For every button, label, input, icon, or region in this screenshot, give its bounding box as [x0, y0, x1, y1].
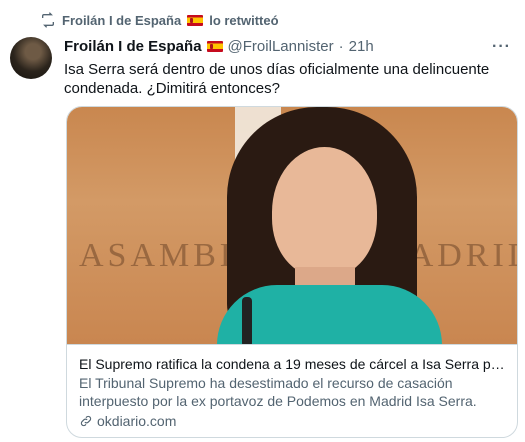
link-card[interactable]: ASAMBLEA DE MADRID El Supremo ratifica l…: [66, 106, 518, 438]
timestamp[interactable]: 21h: [349, 38, 374, 55]
user-handle[interactable]: @FroilLannister: [228, 38, 334, 55]
tweet-header: Froilán I de España @FroilLannister · 21…: [64, 38, 513, 55]
avatar[interactable]: [10, 37, 52, 79]
microphone: [242, 297, 252, 344]
card-domain: okdiario.com: [97, 413, 177, 429]
card-info[interactable]: El Supremo ratifica la condena a 19 mese…: [67, 344, 517, 437]
link-icon: [80, 415, 92, 427]
retweet-context[interactable]: Froilán I de España lo retwitteó: [40, 12, 279, 28]
retweet-suffix: lo retwitteó: [209, 12, 279, 28]
card-domain-row: okdiario.com: [79, 413, 505, 429]
display-name[interactable]: Froilán I de España: [64, 38, 202, 55]
retweeter-name[interactable]: Froilán I de España: [62, 13, 181, 28]
more-icon[interactable]: ···: [492, 38, 511, 56]
spain-flag-icon: [187, 14, 204, 26]
card-description: El Tribunal Supremo ha desestimado el re…: [79, 375, 477, 409]
card-title: El Supremo ratifica la condena a 19 mese…: [79, 356, 505, 372]
person-face: [272, 147, 377, 277]
card-image[interactable]: ASAMBLEA DE MADRID: [67, 107, 517, 344]
separator-dot: ·: [338, 38, 344, 55]
retweet-icon: [42, 12, 54, 28]
spain-flag-icon: [206, 41, 223, 52]
tweet-text: Isa Serra será dentro de unos días ofici…: [64, 61, 490, 97]
